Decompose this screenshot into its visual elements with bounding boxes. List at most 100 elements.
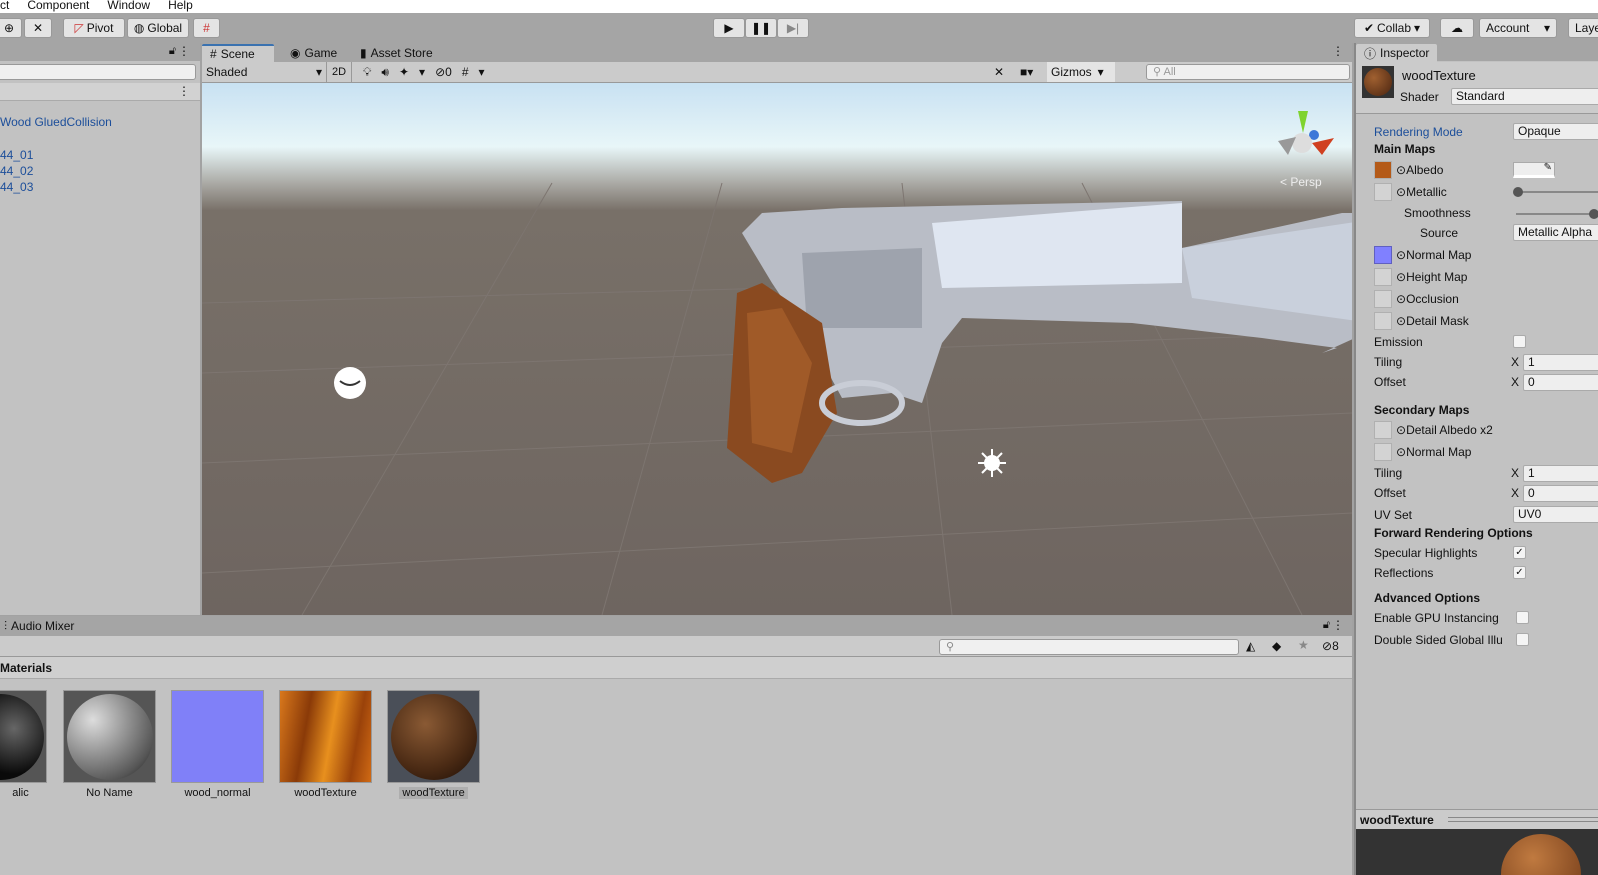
menu-edit[interactable]: ct [0, 0, 9, 13]
slider-thumb[interactable] [1589, 209, 1598, 219]
camera-icon[interactable]: ■▾ [1020, 65, 1033, 79]
shading-dropdown[interactable]: Shaded ▾ [206, 65, 322, 79]
hierarchy-item[interactable]: 44_03 [0, 180, 33, 194]
reflections-checkbox[interactable]: ✓ [1513, 566, 1526, 579]
tab-audio-mixer[interactable]: ⫶ Audio Mixer [0, 617, 82, 635]
metallic-texture-slot[interactable] [1374, 183, 1392, 201]
audio-icon[interactable]: 🔊︎ [381, 65, 389, 80]
cloud-button[interactable]: ☁ [1440, 18, 1474, 38]
scene-render [202, 111, 1352, 615]
dropdown-icon[interactable]: ▾ [479, 65, 485, 79]
scene-search[interactable]: ⚲ All [1146, 64, 1350, 80]
transform-tool-button[interactable]: ✕ [24, 18, 52, 38]
specular-checkbox[interactable]: ✓ [1513, 546, 1526, 559]
breadcrumb: Materials [0, 657, 1352, 679]
breadcrumb-folder[interactable]: Materials [0, 661, 52, 675]
hierarchy-search[interactable] [0, 64, 196, 80]
more-icon[interactable]: ⋮ [178, 44, 190, 58]
detail-mask-slot[interactable] [1374, 312, 1392, 330]
label-tag-icon[interactable]: ◆ [1272, 639, 1281, 653]
secondary-tiling-x-field[interactable]: 1 [1523, 465, 1598, 482]
asset-item[interactable]: wood_normal [171, 690, 264, 799]
scene-viewport[interactable]: < Persp [202, 83, 1352, 615]
filter-type-icon[interactable]: ◭ [1246, 639, 1255, 653]
gizmos-dropdown[interactable]: Gizmos ▾ [1047, 62, 1115, 82]
rendering-mode-dropdown[interactable]: Opaque [1513, 123, 1598, 140]
bag-icon: ▮ [360, 46, 367, 60]
emission-checkbox[interactable] [1513, 335, 1526, 348]
material-preview [1356, 829, 1598, 875]
offset-x-field[interactable]: 0 [1523, 374, 1598, 391]
lock-icon[interactable]: 🔓︎ [1323, 619, 1330, 632]
asset-item[interactable]: woodTexture [279, 690, 372, 799]
metallic-slider[interactable] [1513, 187, 1598, 197]
eyedropper-icon[interactable]: ✎ [1544, 162, 1552, 173]
drag-handle[interactable] [1448, 817, 1598, 822]
perspective-label[interactable]: < Persp [1280, 175, 1322, 189]
tools-icon[interactable]: ✕ [994, 65, 1004, 79]
menu-help[interactable]: Help [168, 0, 193, 13]
gpu-instancing-checkbox[interactable] [1516, 611, 1529, 624]
effects-icon[interactable]: ✦ [399, 65, 409, 79]
asset-item[interactable]: No Name [63, 690, 156, 799]
scene-toolbar: Shaded ▾ 2D 💡︎ 🔊︎ ✦ ▾ ⊘0 # ▾ ✕ ■▾ Gizmos ▾ ⚲ A… [202, 62, 1352, 83]
snap-button[interactable]: # [193, 18, 220, 38]
favorite-star-icon[interactable]: ★ [1298, 638, 1309, 652]
project-tabstrip: ⫶ Audio Mixer 🔓︎ ⋮ [0, 616, 1352, 636]
albedo-texture-slot[interactable] [1374, 161, 1392, 179]
metallic-label: ⊙Metallic [1396, 185, 1447, 199]
smoothness-slider[interactable] [1516, 209, 1598, 219]
project-search[interactable]: ⚲ [939, 639, 1239, 655]
tiling-x-field[interactable]: 1 [1523, 354, 1598, 371]
layers-button[interactable]: Laye [1568, 18, 1598, 38]
pause-button[interactable]: ❚❚ [745, 18, 777, 38]
more-icon[interactable]: ⋮ [1332, 44, 1344, 58]
menu-window[interactable]: Window [107, 0, 150, 13]
detail-albedo-slot[interactable] [1374, 421, 1392, 439]
double-sided-gi-checkbox[interactable] [1516, 633, 1529, 646]
source-dropdown[interactable]: Metallic Alpha [1513, 224, 1598, 241]
asset-label: woodTexture [294, 787, 357, 799]
more-icon[interactable]: ⋮ [178, 84, 190, 98]
secondary-offset-x-field[interactable]: 0 [1523, 485, 1598, 502]
preview-header[interactable]: woodTexture [1356, 809, 1598, 829]
albedo-color-field[interactable]: ✎ [1513, 162, 1555, 178]
normal-map-slot[interactable] [1374, 246, 1392, 264]
collab-button[interactable]: ✔ Collab ▾ [1354, 18, 1430, 38]
rect-tool-button[interactable]: ⊕ [0, 18, 22, 38]
lock-icon[interactable]: 🔓︎ [169, 45, 176, 58]
collab-label: Collab [1377, 21, 1412, 35]
global-button[interactable]: ◍ Global [127, 18, 189, 38]
dropdown-icon[interactable]: ▾ [419, 65, 425, 79]
offset-label: Offset [1374, 375, 1406, 389]
tab-asset-store[interactable]: ▮ Asset Store [352, 44, 441, 62]
2d-toggle[interactable]: 2D [326, 62, 352, 82]
uv-set-dropdown[interactable]: UV0 [1513, 506, 1598, 523]
occlusion-slot[interactable] [1374, 290, 1392, 308]
hierarchy-item[interactable]: Wood GluedCollision [0, 115, 112, 129]
pivot-button[interactable]: ◸ Pivot [63, 18, 125, 38]
hidden-objects-toggle[interactable]: ⊘0 [435, 65, 452, 79]
asset-item[interactable]: alic [0, 690, 47, 799]
hierarchy-item[interactable]: 44_01 [0, 148, 33, 162]
tab-scene[interactable]: # Scene [202, 44, 274, 62]
menu-component[interactable]: Component [27, 0, 89, 13]
hierarchy-item[interactable]: 44_02 [0, 164, 33, 178]
step-button[interactable]: ▶| [777, 18, 809, 38]
shader-dropdown[interactable]: Standard [1451, 88, 1598, 105]
secondary-normal-map-slot[interactable] [1374, 443, 1392, 461]
grid-toggle-icon[interactable]: # [462, 65, 469, 79]
more-icon[interactable]: ⋮ [1332, 618, 1344, 632]
slider-thumb[interactable] [1513, 187, 1523, 197]
height-map-slot[interactable] [1374, 268, 1392, 286]
hidden-packages-toggle[interactable]: ⊘8 [1322, 639, 1339, 653]
tab-game[interactable]: ◉ Game [282, 44, 345, 62]
tab-inspector[interactable]: ⓘ Inspector [1356, 44, 1438, 62]
play-button[interactable]: ▶ [713, 18, 745, 38]
asset-item[interactable]: woodTexture [387, 690, 480, 799]
tab-label: Game [304, 46, 338, 60]
account-button[interactable]: Account ▾ [1479, 18, 1557, 38]
tab-label: Inspector [1380, 46, 1430, 60]
lighting-icon[interactable]: 💡︎ [363, 65, 371, 80]
cloud-icon: ☁ [1451, 21, 1463, 35]
